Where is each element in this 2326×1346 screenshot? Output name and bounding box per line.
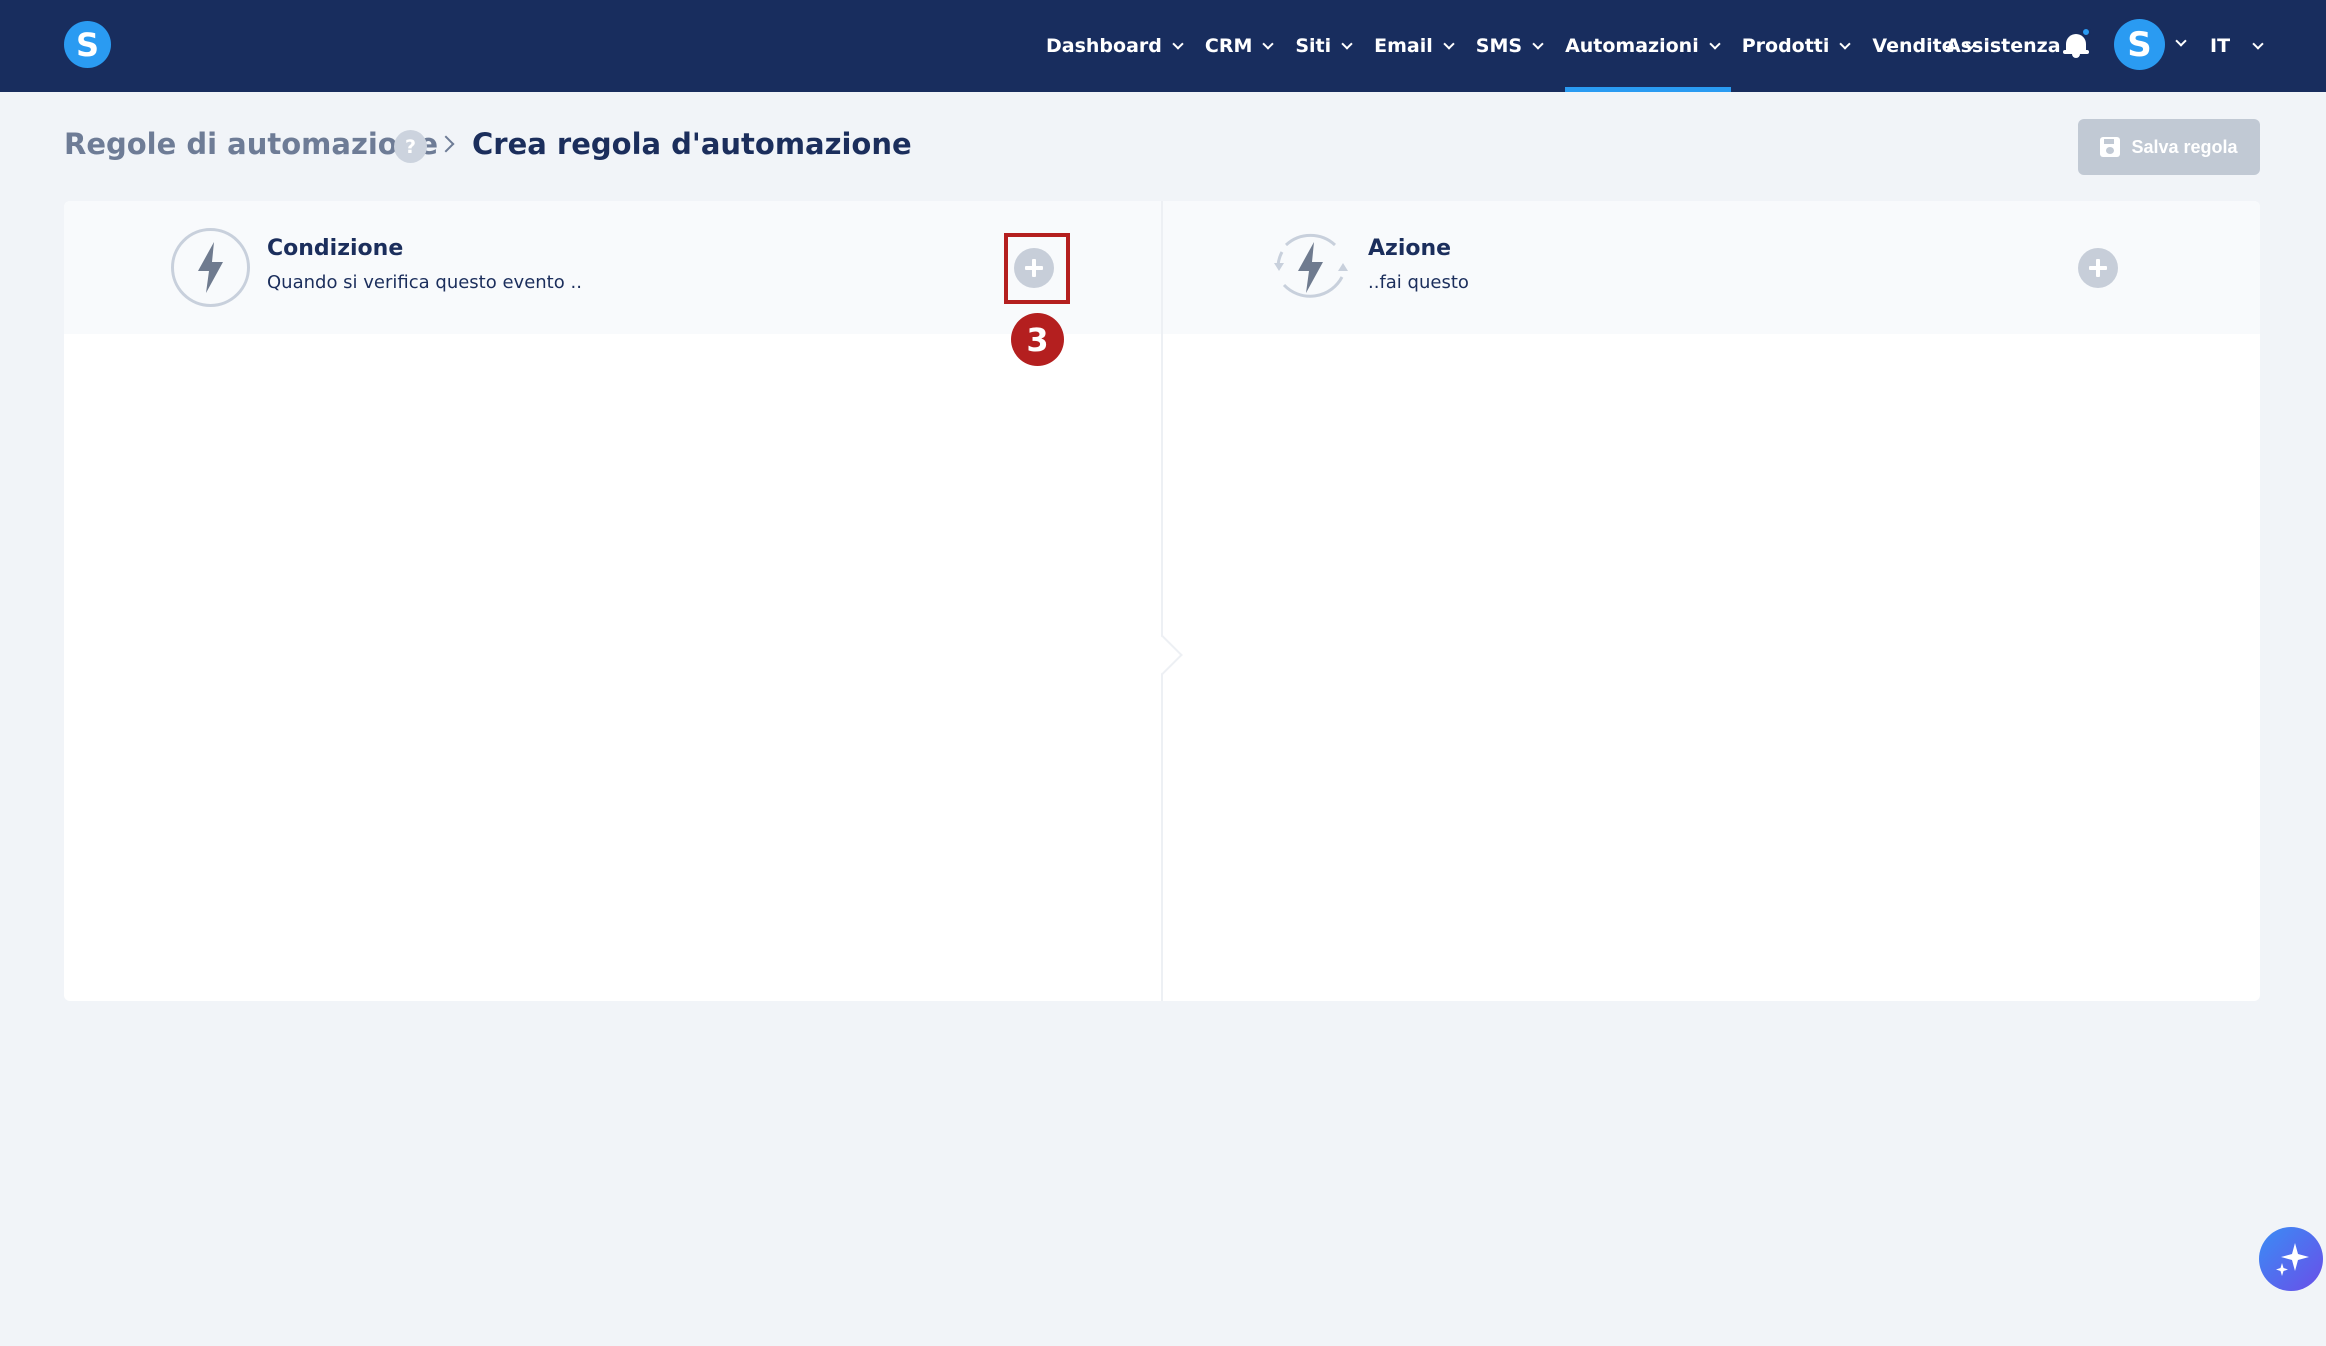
chevron-down-icon	[2252, 37, 2264, 50]
chevron-down-icon	[1172, 37, 1184, 50]
rule-editor-card: Condizione Quando si verifica questo eve…	[64, 201, 2260, 1001]
nav-item-label: Siti	[1295, 35, 1332, 57]
avatar[interactable]: S	[2114, 19, 2165, 70]
chevron-down-icon[interactable]	[2175, 35, 2187, 47]
notification-dot	[2081, 27, 2091, 37]
language-label: IT	[2210, 35, 2231, 57]
assistance-link[interactable]: Assistenza	[1946, 0, 2061, 92]
chevron-down-icon	[1341, 37, 1353, 50]
page-title: Crea regola d'automazione	[472, 127, 912, 161]
chevron-down-icon	[1839, 37, 1852, 50]
save-rule-button[interactable]: Salva regola	[2078, 119, 2260, 175]
nav-item-label: CRM	[1204, 35, 1253, 57]
nav-item-automazioni[interactable]: Automazioni	[1565, 0, 1731, 92]
chevron-down-icon	[1443, 37, 1455, 50]
chevron-right-icon	[437, 135, 455, 153]
action-title: Azione	[1368, 236, 1452, 261]
nav-item-label: Vendite	[1872, 35, 1955, 57]
app-logo[interactable]: S	[64, 21, 111, 68]
condition-column: Condizione Quando si verifica questo eve…	[64, 201, 1161, 1001]
chevron-down-icon	[1262, 37, 1275, 50]
chevron-down-icon	[1709, 37, 1721, 50]
nav-item-label: Email	[1374, 35, 1433, 57]
action-column: Azione ..fai questo	[1163, 201, 2260, 1001]
nav-item-dashboard[interactable]: Dashboard	[1046, 0, 1184, 92]
nav-item-label: Automazioni	[1565, 35, 1699, 57]
language-selector[interactable]: IT	[2210, 0, 2264, 92]
bell-icon[interactable]	[2063, 27, 2091, 58]
nav-item-sms[interactable]: SMS	[1475, 0, 1544, 92]
step-number-badge: 3	[1011, 313, 1064, 366]
save-rule-label: Salva regola	[2131, 136, 2238, 157]
action-subtitle: ..fai questo	[1368, 272, 1469, 293]
step-highlight-box	[1004, 233, 1070, 304]
nav-item-label: Prodotti	[1741, 35, 1830, 57]
breadcrumb-parent-link[interactable]: Regole di automazione	[64, 127, 438, 161]
top-navbar: S Dashboard CRM Siti Email SMS Automazio…	[0, 0, 2326, 92]
nav-item-label: SMS	[1475, 35, 1523, 57]
add-action-button[interactable]	[2078, 248, 2118, 288]
help-icon[interactable]: ?	[394, 130, 427, 163]
lightning-bolt-icon	[171, 228, 250, 307]
action-header: Azione ..fai questo	[1163, 201, 2260, 334]
main-nav: Dashboard CRM Siti Email SMS Automazioni…	[1046, 0, 1998, 92]
chevron-down-icon	[1532, 37, 1544, 50]
condition-title: Condizione	[267, 236, 404, 261]
nav-item-siti[interactable]: Siti	[1295, 0, 1353, 92]
lightning-bolt-cycle-icon	[1274, 233, 1348, 298]
nav-item-label: Dashboard	[1046, 35, 1162, 57]
condition-header: Condizione Quando si verifica questo eve…	[64, 201, 1161, 334]
nav-item-crm[interactable]: CRM	[1204, 0, 1275, 92]
ai-assistant-button[interactable]	[2259, 1227, 2323, 1291]
condition-subtitle: Quando si verifica questo evento ..	[267, 272, 582, 293]
sparkle-icon	[2276, 1243, 2309, 1276]
floppy-disk-icon	[2100, 137, 2121, 157]
nav-item-email[interactable]: Email	[1374, 0, 1455, 92]
nav-item-prodotti[interactable]: Prodotti	[1741, 0, 1852, 92]
